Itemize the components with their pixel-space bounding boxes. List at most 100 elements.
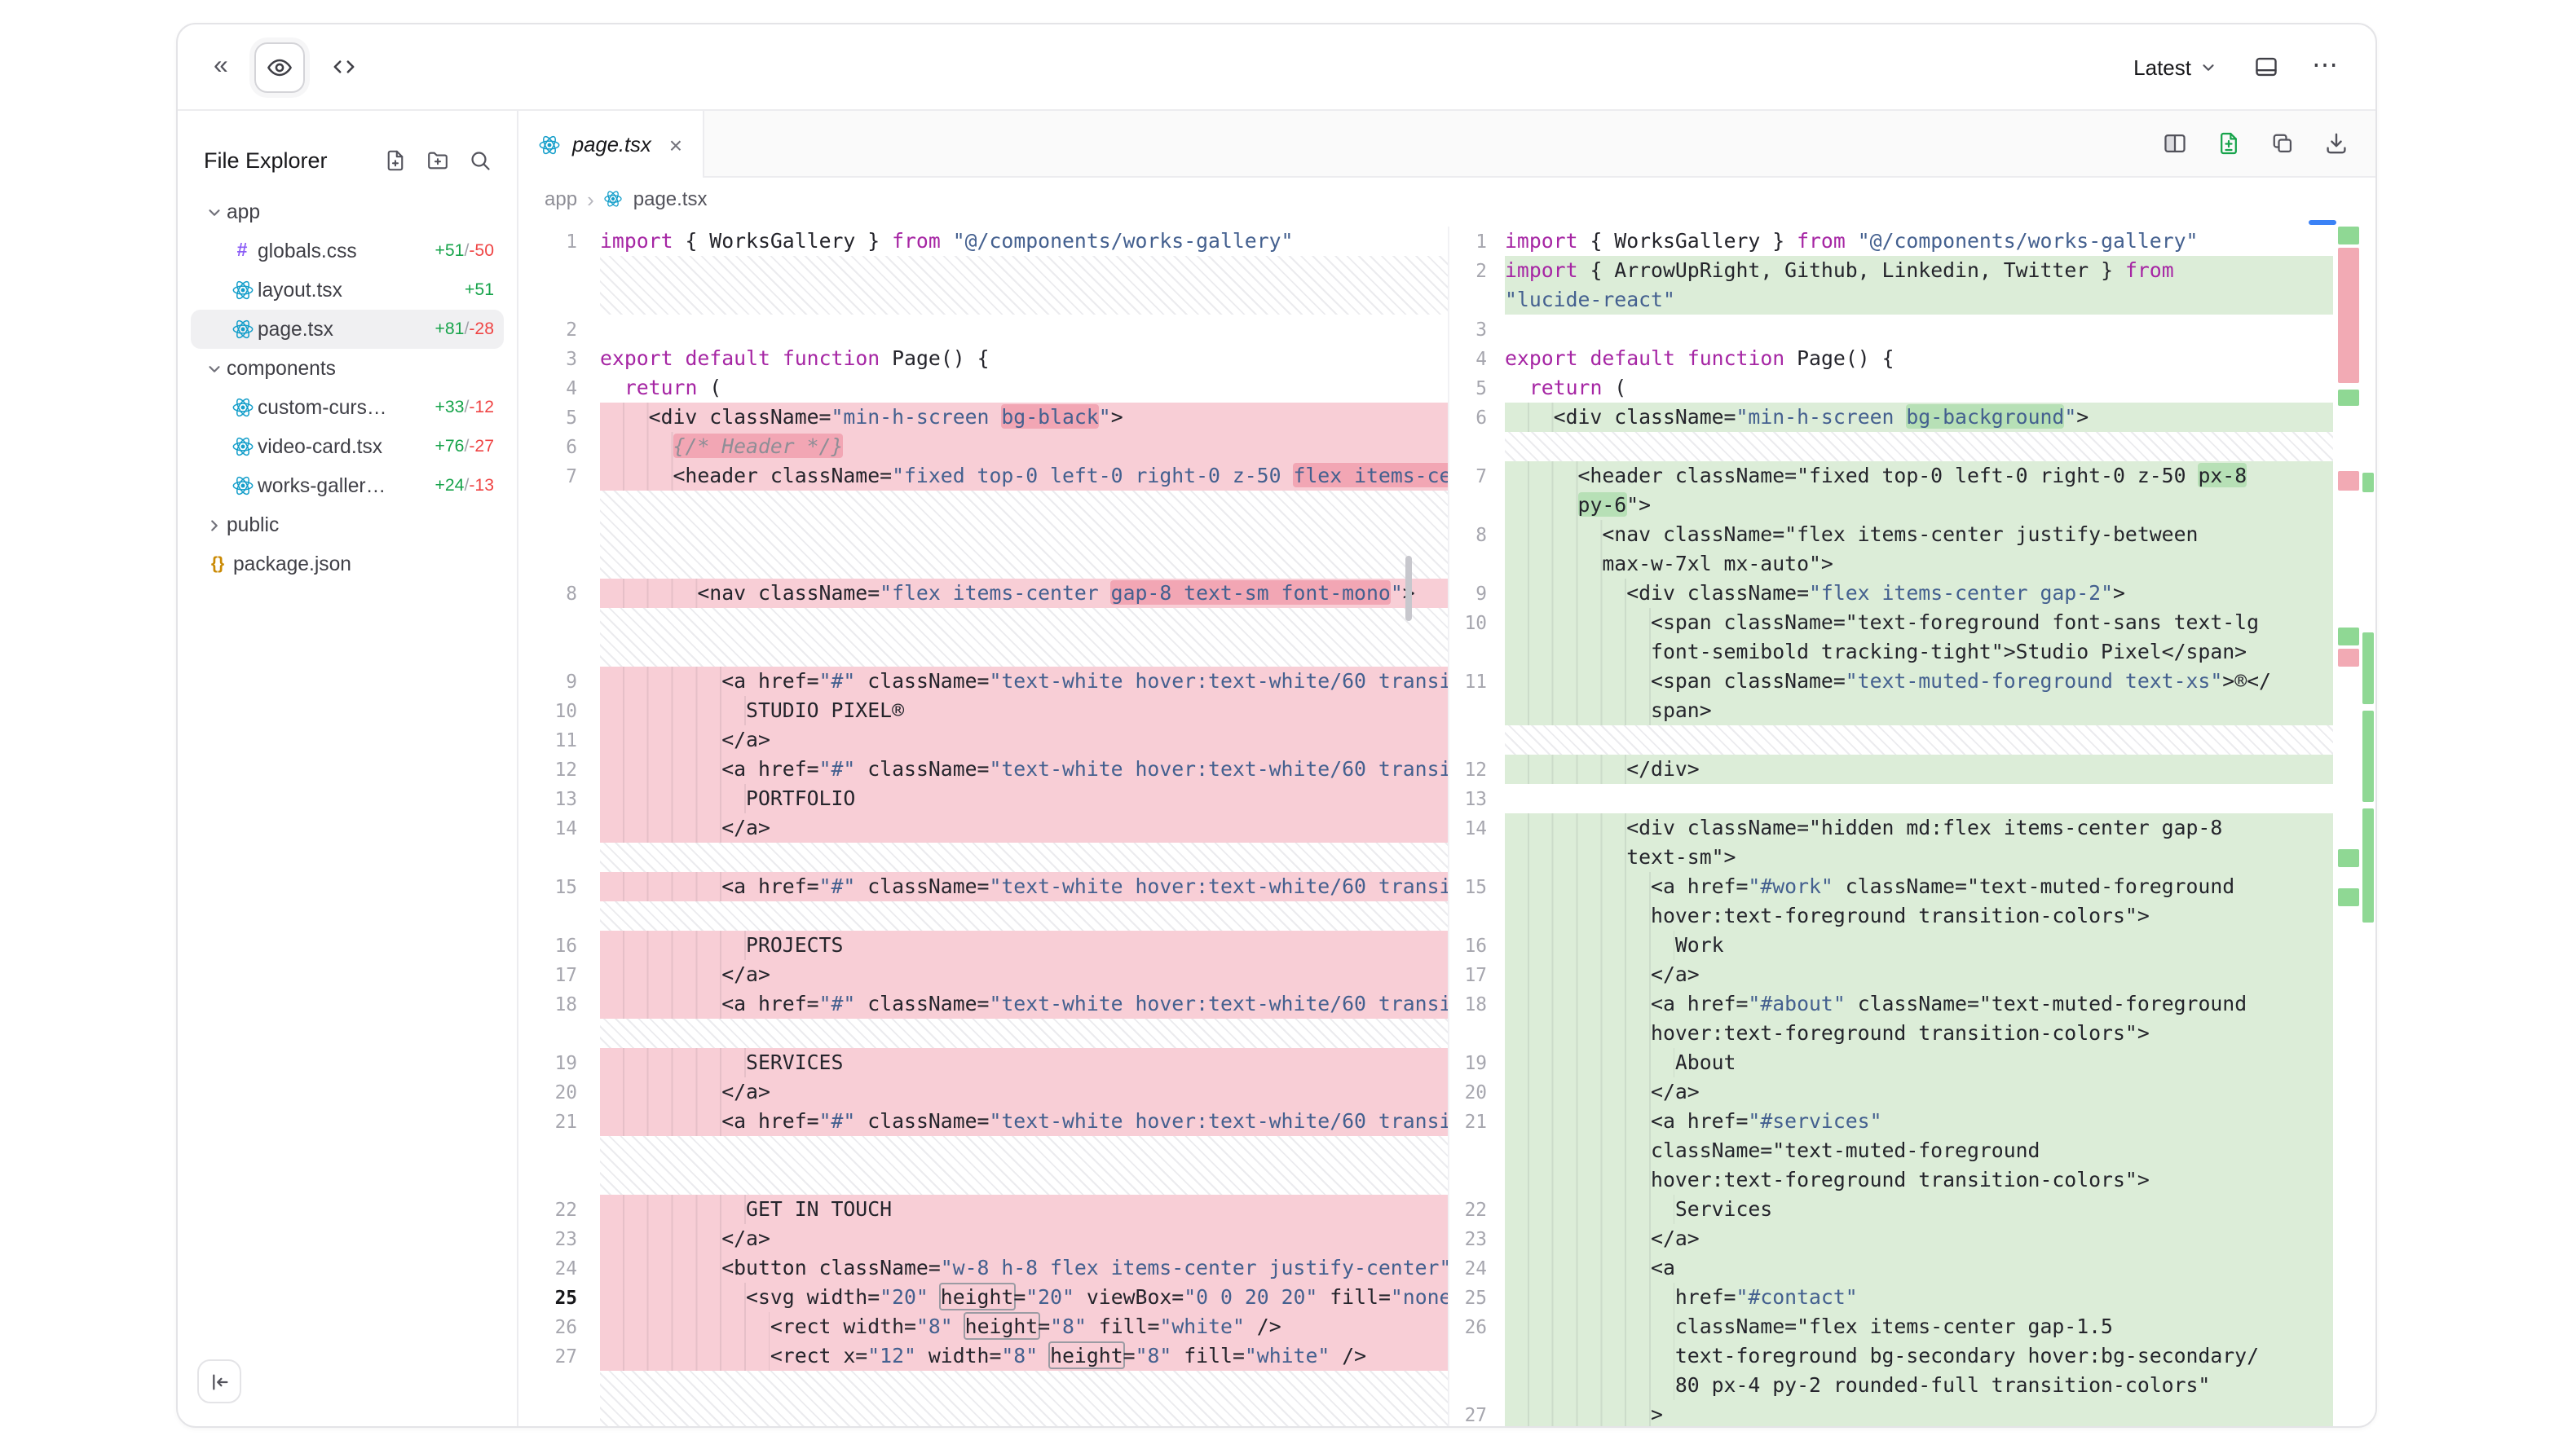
tab-page-tsx[interactable]: page.tsx ×: [518, 111, 704, 178]
panel-layout-button[interactable]: [2247, 47, 2286, 86]
code-line[interactable]: 20 </a>: [1449, 1077, 2333, 1107]
more-options-button[interactable]: ⋯: [2305, 47, 2346, 86]
tree-file-works-galler[interactable]: works-galler…+24/-13: [191, 466, 504, 505]
code-line[interactable]: 14 </a>: [518, 813, 1448, 843]
code-line[interactable]: hover:text-foreground transition-colors"…: [1449, 1165, 2333, 1195]
code-line[interactable]: span>: [1449, 696, 2333, 725]
code-line[interactable]: 12 </div>: [1449, 755, 2333, 784]
code-line[interactable]: 1import { WorksGallery } from "@/compone…: [1449, 227, 2333, 256]
code-line[interactable]: 26 <rect width="8" height="8" fill="whit…: [518, 1312, 1448, 1341]
code-line[interactable]: 27 <rect x="12" width="8" height="8" fil…: [518, 1341, 1448, 1371]
left-pane-scrollbar[interactable]: [1405, 556, 1412, 621]
code-line[interactable]: max-w-7xl mx-auto">: [1449, 549, 2333, 579]
code-line[interactable]: 5 <div className="min-h-screen bg-black"…: [518, 403, 1448, 432]
code-line[interactable]: 6 {/* Header */}: [518, 432, 1448, 461]
view-diff-button[interactable]: [2212, 127, 2245, 160]
tree-file-package-json[interactable]: {}package.json: [191, 544, 504, 584]
code-line[interactable]: 15 <a href="#" className="text-white hov…: [518, 872, 1448, 901]
code-line[interactable]: 3export default function Page() {: [518, 344, 1448, 373]
code-line[interactable]: 16 PROJECTS: [518, 931, 1448, 960]
code-line[interactable]: 23 </a>: [518, 1224, 1448, 1253]
code-line[interactable]: 80 px-4 py-2 rounded-full transition-col…: [1449, 1371, 2333, 1400]
code-line[interactable]: 13 PORTFOLIO: [518, 784, 1448, 813]
code-line[interactable]: py-6">: [1449, 491, 2333, 520]
code-line[interactable]: 22 GET IN TOUCH: [518, 1195, 1448, 1224]
code-line[interactable]: 19 About: [1449, 1048, 2333, 1077]
code-line[interactable]: 2: [518, 315, 1448, 344]
tree-folder-app[interactable]: app: [191, 192, 504, 231]
code-line[interactable]: hover:text-foreground transition-colors"…: [1449, 1019, 2333, 1048]
code-line[interactable]: 5 return (: [1449, 373, 2333, 403]
preview-toggle-button[interactable]: [254, 42, 305, 92]
breadcrumb-folder[interactable]: app: [545, 187, 577, 210]
code-line[interactable]: 4export default function Page() {: [1449, 344, 2333, 373]
code-line[interactable]: 18 <a href="#about" className="text-mute…: [1449, 989, 2333, 1019]
code-line[interactable]: 8 <nav className="flex items-center just…: [1449, 520, 2333, 549]
code-line[interactable]: 21 <a href="#services": [1449, 1107, 2333, 1136]
code-line[interactable]: hover:text-foreground transition-colors"…: [1449, 901, 2333, 931]
code-line[interactable]: 25 <svg width="20" height="20" viewBox="…: [518, 1283, 1448, 1312]
search-files-button[interactable]: [466, 146, 494, 174]
code-line[interactable]: 9 <a href="#" className="text-white hove…: [518, 667, 1448, 696]
split-editor-button[interactable]: [2159, 127, 2191, 160]
tree-file-layout-tsx[interactable]: layout.tsx+51: [191, 271, 504, 310]
copy-file-button[interactable]: [2266, 127, 2299, 160]
code-line[interactable]: 27 >: [1449, 1400, 2333, 1426]
code-line[interactable]: 2import { ArrowUpRight, Github, Linkedin…: [1449, 256, 2333, 285]
code-line[interactable]: 11 <span className="text-muted-foregroun…: [1449, 667, 2333, 696]
code-line[interactable]: 25 href="#contact": [1449, 1283, 2333, 1312]
code-line[interactable]: 10 <span className="text-foreground font…: [1449, 608, 2333, 637]
code-line[interactable]: 22 Services: [1449, 1195, 2333, 1224]
code-line[interactable]: 9 <div className="flex items-center gap-…: [1449, 579, 2333, 608]
code-line[interactable]: text-sm">: [1449, 843, 2333, 872]
code-toggle-button[interactable]: [324, 47, 364, 86]
code-line[interactable]: 20 </a>: [518, 1077, 1448, 1107]
code-line[interactable]: 19 SERVICES: [518, 1048, 1448, 1077]
minimap-diff-strip[interactable]: [2338, 220, 2359, 1426]
diff-pane-modified[interactable]: 1import { WorksGallery } from "@/compone…: [1449, 227, 2375, 1426]
code-line[interactable]: className="text-muted-foreground: [1449, 1136, 2333, 1165]
code-line[interactable]: 3: [1449, 315, 2333, 344]
code-line[interactable]: 17 </a>: [1449, 960, 2333, 989]
code-line[interactable]: 26 className="flex items-center gap-1.5: [1449, 1312, 2333, 1341]
code-line[interactable]: 4 return (: [518, 373, 1448, 403]
code-line[interactable]: 8 <nav className="flex items-center gap-…: [518, 579, 1448, 608]
version-dropdown[interactable]: Latest: [2124, 53, 2227, 81]
code-line[interactable]: 21 <a href="#" className="text-white hov…: [518, 1107, 1448, 1136]
tree-file-page-tsx[interactable]: page.tsx+81/-28: [191, 310, 504, 349]
code-line[interactable]: 1import { WorksGallery } from "@/compone…: [518, 227, 1448, 256]
code-line[interactable]: 15 <a href="#work" className="text-muted…: [1449, 872, 2333, 901]
diff-pane-original[interactable]: 1import { WorksGallery } from "@/compone…: [518, 227, 1449, 1426]
collapse-panel-button[interactable]: «: [207, 47, 235, 86]
breadcrumb-file[interactable]: page.tsx: [633, 187, 708, 210]
tree-file-globals-css[interactable]: #globals.css+51/-50: [191, 231, 504, 271]
code-line[interactable]: 24 <button className="w-8 h-8 flex items…: [518, 1253, 1448, 1283]
code-line[interactable]: 12 <a href="#" className="text-white hov…: [518, 755, 1448, 784]
code-line[interactable]: 18 <a href="#" className="text-white hov…: [518, 989, 1448, 1019]
tree-file-video-card-tsx[interactable]: video-card.tsx+76/-27: [191, 427, 504, 466]
tree-folder-public[interactable]: public: [191, 505, 504, 544]
code-line[interactable]: font-semibold tracking-tight">Studio Pix…: [1449, 637, 2333, 667]
new-file-button[interactable]: [382, 146, 409, 174]
code-line[interactable]: 10 STUDIO PIXEL®: [518, 696, 1448, 725]
code-line[interactable]: "lucide-react": [1449, 285, 2333, 315]
code-line[interactable]: 6 <div className="min-h-screen bg-backgr…: [1449, 403, 2333, 432]
code-line[interactable]: 13: [1449, 784, 2333, 813]
minimap[interactable]: [2333, 220, 2375, 1426]
code-line[interactable]: 23 </a>: [1449, 1224, 2333, 1253]
code-line[interactable]: 24 <a: [1449, 1253, 2333, 1283]
code-line[interactable]: 16 Work: [1449, 931, 2333, 960]
tree-file-custom-curs[interactable]: custom-curs…+33/-12: [191, 388, 504, 427]
tree-folder-components[interactable]: components: [191, 349, 504, 388]
minimap-scroll-strip[interactable]: [2362, 220, 2374, 1426]
code-line[interactable]: 7 <header className="fixed top-0 left-0 …: [518, 461, 1448, 491]
close-tab-button[interactable]: ×: [663, 133, 682, 156]
new-folder-button[interactable]: [424, 146, 452, 174]
code-line[interactable]: 11 </a>: [518, 725, 1448, 755]
download-file-button[interactable]: [2320, 127, 2353, 160]
code-line[interactable]: 14 <div className="hidden md:flex items-…: [1449, 813, 2333, 843]
collapse-sidebar-button[interactable]: [197, 1359, 241, 1403]
code-line[interactable]: 17 </a>: [518, 960, 1448, 989]
code-line[interactable]: text-foreground bg-secondary hover:bg-se…: [1449, 1341, 2333, 1371]
code-line[interactable]: 7 <header className="fixed top-0 left-0 …: [1449, 461, 2333, 491]
